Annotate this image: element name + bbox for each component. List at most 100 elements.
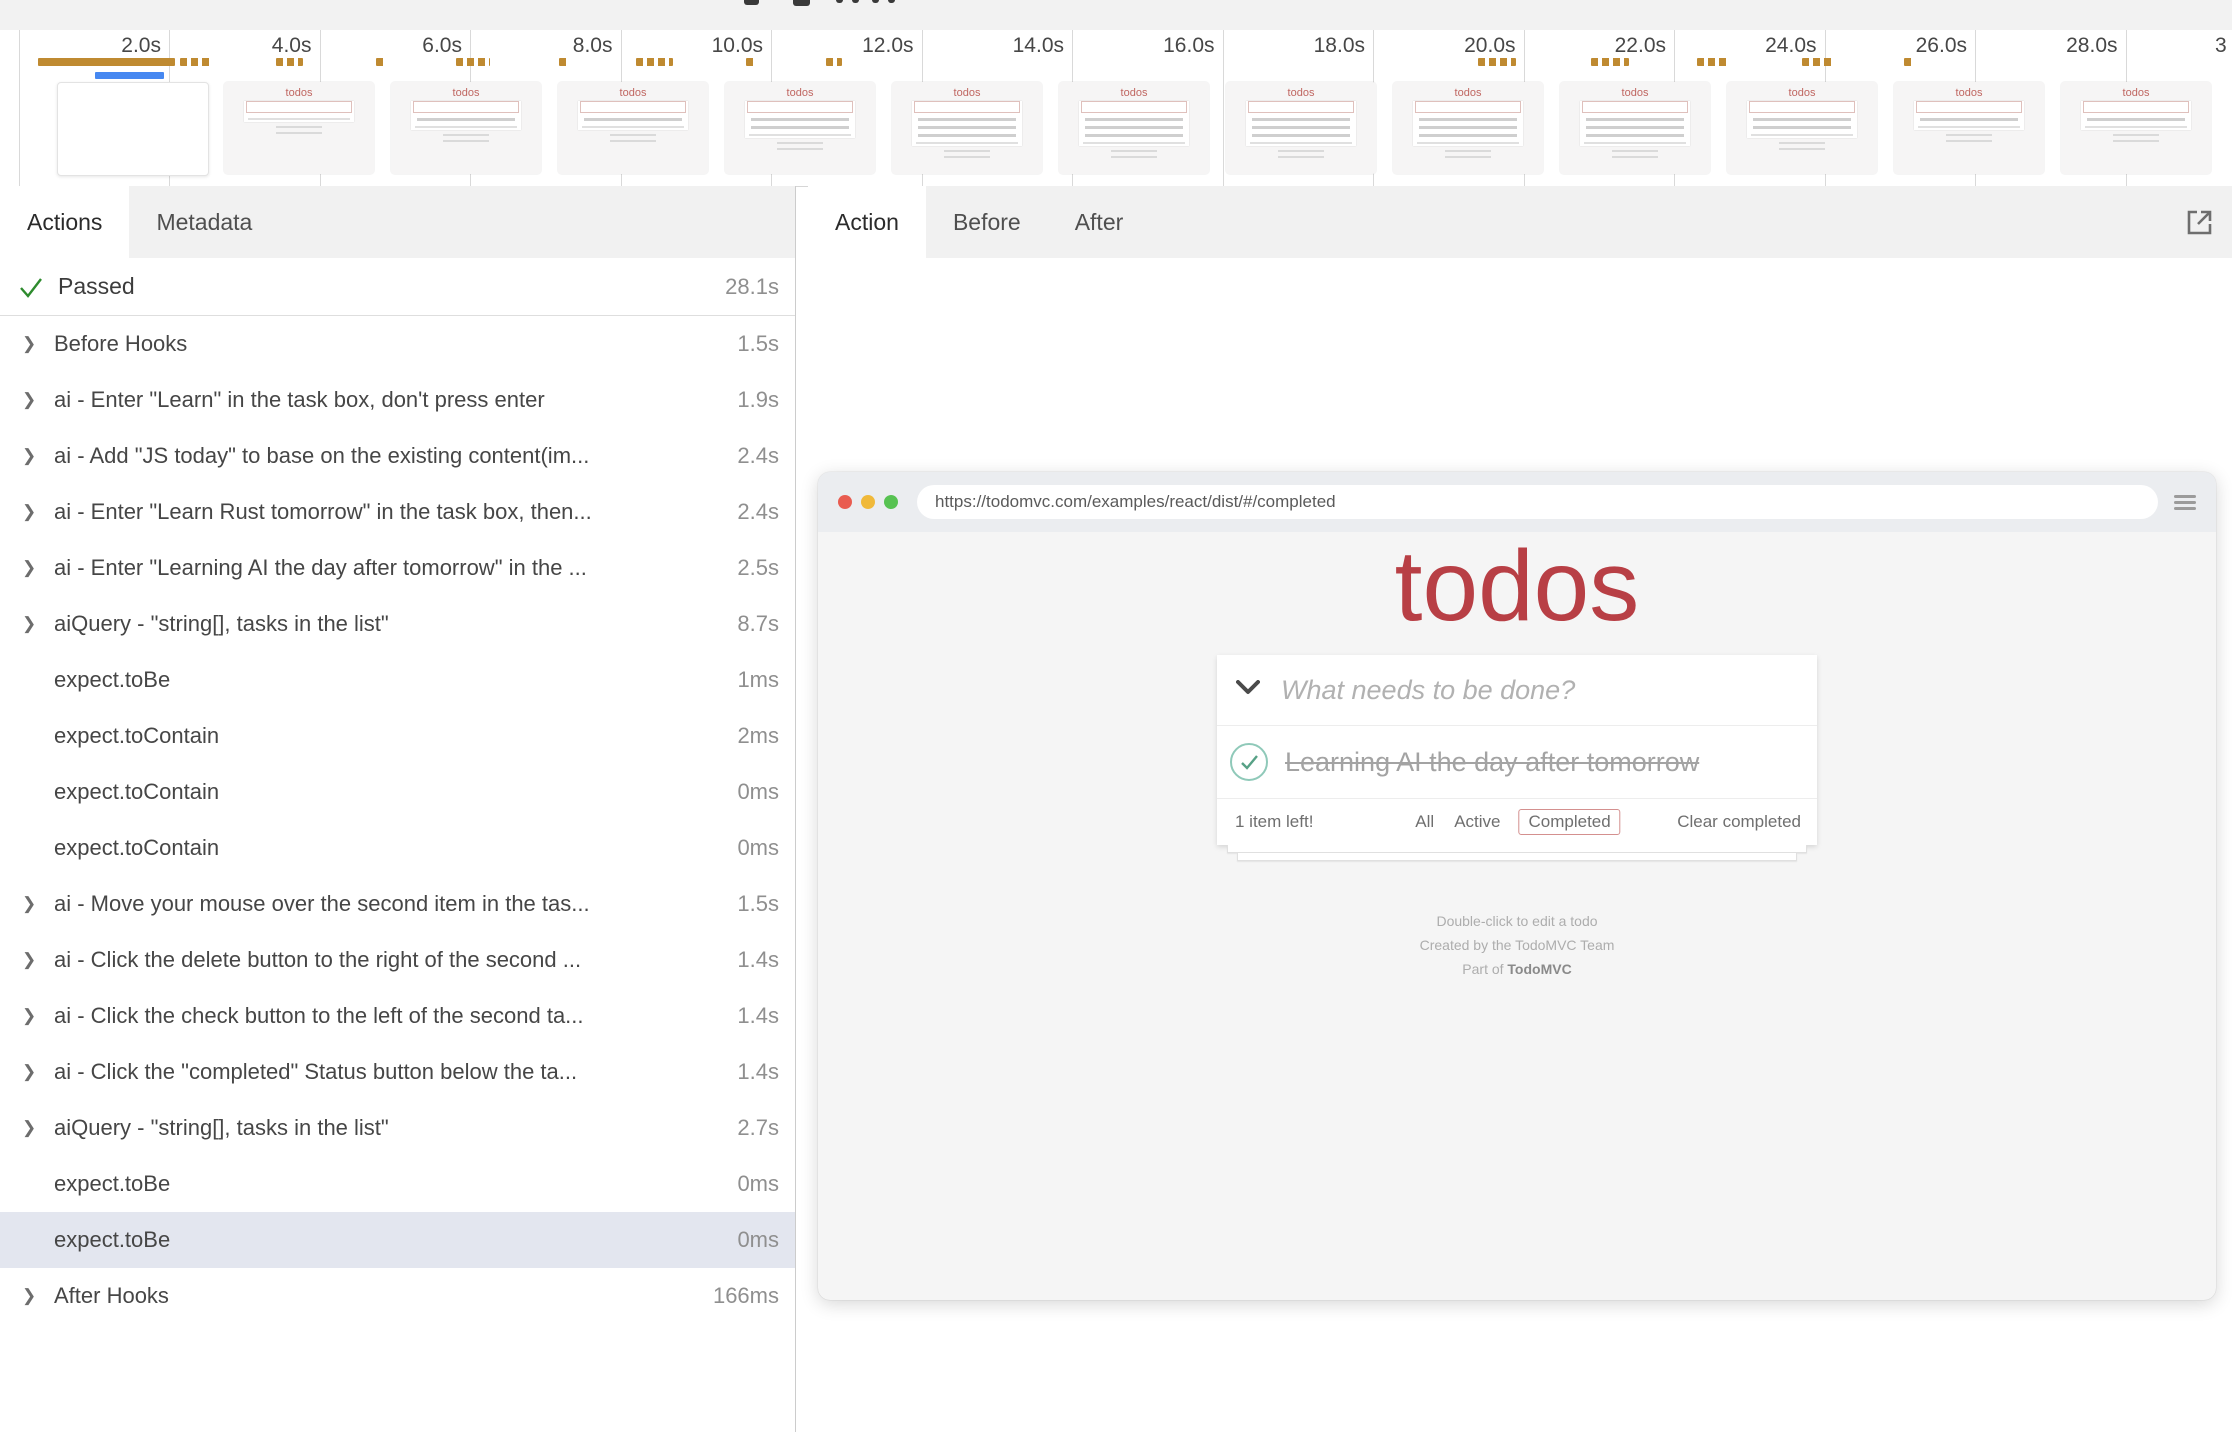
thumbnail-info (777, 142, 823, 144)
thumbnail-footer (415, 126, 517, 128)
thumbnail-row (918, 118, 1016, 121)
traffic-light-close-icon (838, 495, 852, 509)
thumbnail-input (246, 101, 352, 113)
test-status-row[interactable]: Passed 28.1s (0, 258, 795, 316)
chevron-right-icon: ❯ (22, 1062, 54, 1082)
timeline-tick-label: 14.0s (914, 34, 1064, 58)
todo-card: Learning AI the day after tomorrow 1 ite… (1217, 655, 1817, 845)
action-label: ai - Enter "Learn Rust tomorrow" in the … (54, 499, 725, 525)
activity-span (1478, 58, 1516, 66)
clipped-title-fragment (888, 0, 895, 3)
filmstrip-thumbnail[interactable]: todos (391, 82, 541, 174)
activity-span (636, 58, 673, 66)
filmstrip-thumbnail[interactable]: todos (1727, 82, 1877, 174)
thumbnail-row (417, 118, 515, 121)
left-tabbar: Actions Metadata (0, 186, 796, 259)
info-line: Created by the TodoMVC Team (818, 933, 2216, 957)
tab-after[interactable]: After (1048, 186, 1151, 258)
filmstrip-thumbnail[interactable]: todos (1560, 82, 1710, 174)
action-row[interactable]: ❯ai - Click the delete button to the rig… (0, 932, 795, 988)
thumbnail-info (443, 140, 489, 142)
filmstrip-thumbnail[interactable]: todos (224, 82, 374, 174)
thumbnail-card (1246, 101, 1356, 146)
thumbnail-info (944, 150, 990, 152)
clear-completed-button[interactable]: Clear completed (1677, 812, 1801, 832)
action-row[interactable]: ❯ai - Click the "completed" Status butto… (0, 1044, 795, 1100)
thumbnail-row (1920, 118, 2018, 121)
chevron-right-icon: ❯ (22, 334, 54, 354)
action-row[interactable]: ❯Before Hooks1.5s (0, 316, 795, 372)
action-row[interactable]: ❯ai - Enter "Learn" in the task box, don… (0, 372, 795, 428)
action-row[interactable]: ❯ai - Add "JS today" to base on the exis… (0, 428, 795, 484)
action-label: ai - Enter "Learning AI the day after to… (54, 555, 725, 581)
action-duration: 1.5s (737, 331, 779, 357)
thumbnail-info (1612, 150, 1658, 152)
filmstrip-thumbnail[interactable]: todos (1226, 82, 1376, 174)
action-row[interactable]: ❯aiQuery - "string[], tasks in the list"… (0, 596, 795, 652)
chevron-right-icon: ❯ (22, 1118, 54, 1138)
timeline-grid[interactable]: 2.0s4.0s6.0s8.0s10.0s12.0s14.0s16.0s18.0… (0, 30, 2232, 187)
toggle-all-button[interactable] (1217, 680, 1279, 700)
timeline-tick-label: 28.0s (1968, 34, 2118, 58)
filmstrip-thumbnail[interactable]: todos (1393, 82, 1543, 174)
right-tabbar: Action Before After (808, 186, 2232, 259)
action-duration: 0ms (737, 1227, 779, 1253)
filmstrip-thumbnail[interactable] (57, 82, 209, 176)
clipped-title-fragment (852, 0, 859, 3)
tab-actions[interactable]: Actions (0, 186, 129, 258)
action-row[interactable]: ❯After Hooks166ms (0, 1268, 795, 1324)
action-row[interactable]: ❯expect.toBe1ms (0, 652, 795, 708)
todo-item-label[interactable]: Learning AI the day after tomorrow (1285, 747, 1699, 778)
action-duration: 0ms (737, 1171, 779, 1197)
thumbnail-row (1252, 126, 1350, 129)
timeline-tick-label: 4.0s (162, 34, 312, 58)
thumbnail-row (1252, 118, 1350, 121)
filmstrip-thumbnail[interactable]: todos (725, 82, 875, 174)
action-row[interactable]: ❯aiQuery - "string[], tasks in the list"… (0, 1100, 795, 1156)
tab-before[interactable]: Before (926, 186, 1048, 258)
thumbnail-input (2083, 101, 2189, 113)
filmstrip-thumbnail[interactable]: todos (1894, 82, 2044, 174)
timeline-tick-label: 18.0s (1215, 34, 1365, 58)
info-line: Part of TodoMVC (818, 957, 2216, 981)
activity-span (1904, 58, 1915, 66)
activity-span (826, 58, 843, 66)
filter-all[interactable]: All (1413, 809, 1436, 835)
new-todo-input[interactable] (1279, 674, 1817, 707)
action-row[interactable]: ❯expect.toBe0ms (0, 1212, 795, 1268)
thumbnail-info (1278, 150, 1324, 152)
traffic-light-zoom-icon (884, 495, 898, 509)
action-label: ai - Click the delete button to the righ… (54, 947, 725, 973)
filmstrip-thumbnail[interactable]: todos (558, 82, 708, 174)
thumbnail-card (244, 101, 354, 122)
timeline-tick-label: 6.0s (312, 34, 462, 58)
tab-action[interactable]: Action (808, 186, 926, 258)
activity-span (376, 58, 385, 66)
filter-completed[interactable]: Completed (1518, 809, 1620, 835)
status-duration: 28.1s (725, 274, 779, 300)
activity-span (180, 58, 210, 66)
action-row[interactable]: ❯expect.toContain2ms (0, 708, 795, 764)
chevron-right-icon: ❯ (22, 558, 54, 578)
action-row[interactable]: ❯expect.toBe0ms (0, 1156, 795, 1212)
filmstrip-thumbnail[interactable]: todos (2061, 82, 2211, 174)
action-row[interactable]: ❯ai - Move your mouse over the second it… (0, 876, 795, 932)
action-row[interactable]: ❯ai - Enter "Learn Rust tomorrow" in the… (0, 484, 795, 540)
action-row[interactable]: ❯ai - Enter "Learning AI the day after t… (0, 540, 795, 596)
thumbnail-input (580, 101, 686, 113)
action-row[interactable]: ❯expect.toContain0ms (0, 820, 795, 876)
tab-metadata[interactable]: Metadata (129, 186, 279, 258)
filmstrip-thumbnail[interactable]: todos (1059, 82, 1209, 174)
activity-span (1802, 58, 1832, 66)
action-label: expect.toContain (54, 779, 725, 805)
filter-active[interactable]: Active (1452, 809, 1502, 835)
todo-toggle-checked-icon[interactable] (1229, 742, 1269, 782)
action-row[interactable]: ❯expect.toContain0ms (0, 764, 795, 820)
filmstrip-thumbnail[interactable]: todos (892, 82, 1042, 174)
timeline-tick-label: 2.0s (11, 34, 161, 58)
activity-span (456, 58, 490, 66)
action-row[interactable]: ❯ai - Click the check button to the left… (0, 988, 795, 1044)
thumbnail-footer (1918, 126, 2020, 128)
open-external-icon[interactable] (2184, 206, 2216, 238)
activity-span (746, 58, 756, 66)
